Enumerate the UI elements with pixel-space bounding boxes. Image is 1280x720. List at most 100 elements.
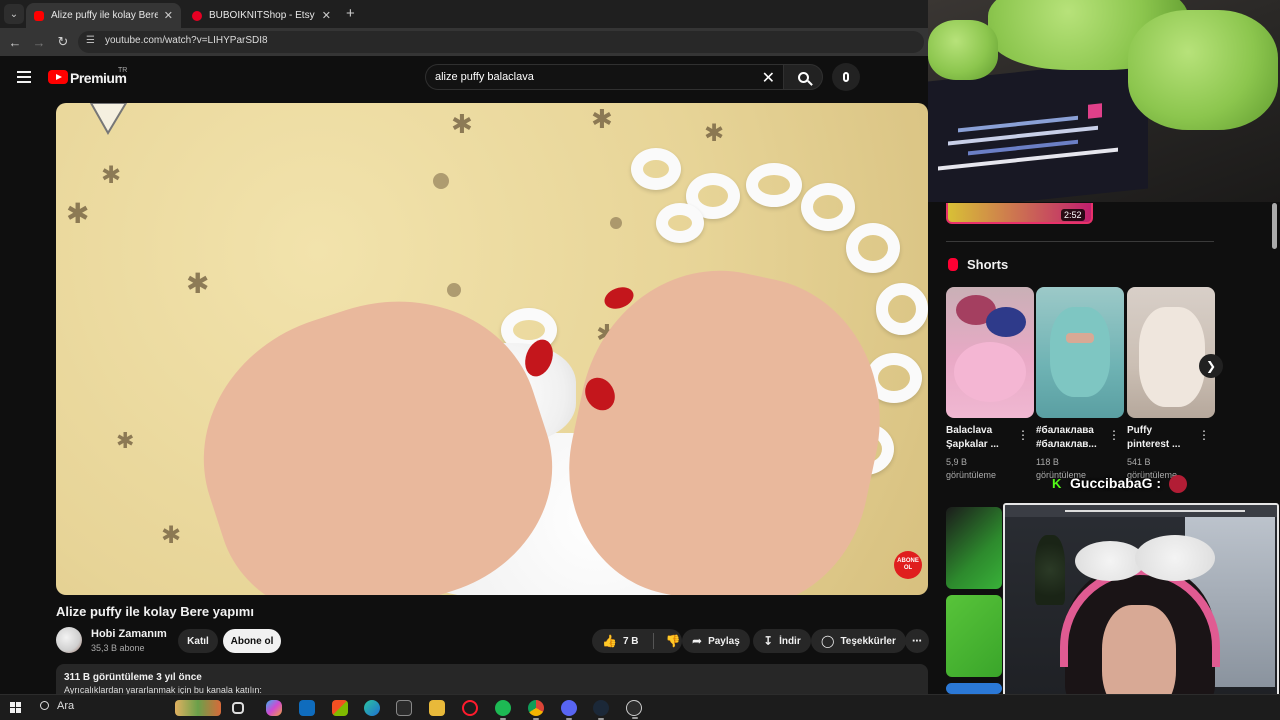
site-info-icon[interactable]: ☰ <box>86 36 96 46</box>
discord-icon[interactable] <box>561 700 577 720</box>
chrome-icon[interactable] <box>528 700 544 720</box>
thanks-button[interactable]: ◯ Teşekkürler <box>811 629 906 653</box>
pinterest-favicon-icon <box>192 10 202 21</box>
subscribe-watermark[interactable]: ABONE OL <box>894 551 922 579</box>
puffy-hat <box>1139 307 1205 407</box>
share-icon: ➦ <box>692 634 703 648</box>
reload-button[interactable]: ↻ <box>54 33 72 51</box>
tab-title: BUBOIKNITShop - Etsy <box>209 10 315 21</box>
epic-games-icon[interactable] <box>396 700 412 716</box>
short-title[interactable]: #балаклава #балаклав... <box>1036 424 1097 452</box>
spotify-icon[interactable] <box>495 700 511 720</box>
back-button[interactable]: ← <box>6 33 24 51</box>
chat-emote-icon <box>1169 475 1187 493</box>
yarn-loop <box>801 183 855 231</box>
short-title[interactable]: Puffy pinterest ... <box>1127 424 1180 452</box>
browser-tab-etsy[interactable]: BUBOIKNITShop - Etsy ✕ <box>184 3 339 28</box>
white-ear-hat <box>1135 535 1215 581</box>
forward-button[interactable]: → <box>30 33 48 51</box>
balaclava <box>1050 307 1110 397</box>
like-button[interactable]: 👍 7 B 👎 <box>592 629 682 653</box>
shorts-icon <box>948 258 958 271</box>
svg-text:✱: ✱ <box>66 198 89 229</box>
task-view-icon[interactable] <box>232 702 244 714</box>
svg-text:✱: ✱ <box>101 162 121 189</box>
region-code: TR <box>118 67 128 74</box>
more-actions-button[interactable]: ⋯ <box>905 629 929 653</box>
tab-title: Alize puffy ile kolay Bere yapımı <box>51 10 158 21</box>
microsoft-store-icon[interactable] <box>332 700 348 716</box>
webcam-overlay-top <box>928 0 1280 202</box>
webcam-frame-bar <box>1005 505 1277 517</box>
outlook-icon[interactable] <box>299 700 315 716</box>
screen: ⌄ Alize puffy ile kolay Bere yapımı ✕ BU… <box>0 0 1280 720</box>
subscriber-count: 35,3 B abone <box>91 643 145 653</box>
yarn-loop <box>876 283 928 335</box>
clear-search-icon[interactable]: ✕ <box>762 68 775 88</box>
short-thumbnail[interactable] <box>946 287 1034 418</box>
description-box[interactable]: 311 B görüntüleme 3 yıl önce Ayrıcalıkla… <box>56 664 928 695</box>
address-bar[interactable]: ☰ youtube.com/watch?v=LIHYParSDI8 <box>78 31 924 53</box>
youtube-logo-icon[interactable] <box>48 70 68 84</box>
windows-taskbar: Ara <box>0 694 1280 720</box>
recommended-video-thumbnail[interactable] <box>946 595 1002 677</box>
close-tab-icon[interactable]: ✕ <box>164 9 173 22</box>
channel-name[interactable]: Hobi Zamanım <box>91 628 167 640</box>
view-count-and-date: 311 B görüntüleme 3 yıl önce <box>64 672 202 683</box>
recommended-video-thumbnail[interactable] <box>946 683 1002 694</box>
green-yarn <box>928 20 998 80</box>
tab-search-menu-button[interactable]: ⌄ <box>4 4 24 24</box>
short-thumbnail[interactable] <box>1127 287 1215 418</box>
download-button[interactable]: ↧ İndir <box>753 629 811 653</box>
like-count: 7 B <box>622 635 639 647</box>
widgets-icon[interactable] <box>175 700 221 716</box>
file-explorer-icon[interactable] <box>429 700 445 716</box>
taskbar-search[interactable]: Ara <box>40 700 74 712</box>
short-menu-icon[interactable]: ⋮ <box>1017 428 1029 442</box>
svg-text:✱: ✱ <box>704 120 724 147</box>
svg-text:✱: ✱ <box>186 268 209 299</box>
steam-icon[interactable] <box>593 700 609 720</box>
menu-icon[interactable] <box>17 71 31 83</box>
browser-tab-youtube[interactable]: Alize puffy ile kolay Bere yapımı ✕ <box>26 3 181 28</box>
new-tab-button[interactable]: + <box>346 5 355 22</box>
opera-gx-icon[interactable] <box>462 700 478 716</box>
join-button[interactable]: Katıl <box>178 629 218 653</box>
short-thumbnail[interactable] <box>1036 287 1124 418</box>
video-title: Alize puffy ile kolay Bere yapımı <box>56 604 254 619</box>
short-title[interactable]: Balaclava Şapkalar ... <box>946 424 999 452</box>
short-menu-icon[interactable]: ⋮ <box>1198 428 1210 442</box>
url-text: youtube.com/watch?v=LIHYParSDI8 <box>105 35 268 46</box>
copilot-icon[interactable] <box>266 700 282 716</box>
green-yarn <box>1128 10 1278 130</box>
shorts-next-button[interactable]: ❯ <box>1199 354 1223 378</box>
voice-search-button[interactable] <box>832 63 860 91</box>
search-input[interactable]: alize puffy balaclava ✕ <box>425 64 783 90</box>
share-label: Paylaş <box>708 635 740 647</box>
more-icon: ⋯ <box>912 635 922 647</box>
thumbs-down-icon[interactable]: 👎 <box>666 635 681 647</box>
obs-icon[interactable] <box>626 700 642 719</box>
channel-avatar[interactable] <box>56 627 82 653</box>
share-button[interactable]: ➦ Paylaş <box>682 629 750 653</box>
kick-logo-icon: K <box>1052 476 1062 491</box>
download-icon: ↧ <box>763 634 774 648</box>
face-opening <box>1066 333 1094 343</box>
yarn-loop <box>746 163 802 207</box>
video-player[interactable]: ✱ ✱ ✱ ✱ ✱ ✱ ✱ ✱ ✱ ✱ <box>56 103 928 595</box>
recommended-video-thumbnail[interactable] <box>946 507 1002 589</box>
search-icon <box>797 71 809 83</box>
shorts-heading: Shorts <box>967 257 1009 272</box>
page-scrollbar[interactable] <box>1272 203 1277 249</box>
chevron-right-icon: ❯ <box>1205 359 1217 373</box>
search-icon <box>40 701 49 710</box>
close-tab-icon[interactable]: ✕ <box>322 9 331 22</box>
thumbs-up-icon: 👍 <box>602 634 617 648</box>
svg-text:✱: ✱ <box>451 109 473 139</box>
subscribe-button[interactable]: Abone ol <box>223 629 281 653</box>
search-button[interactable] <box>783 64 823 90</box>
edge-icon[interactable] <box>364 700 380 716</box>
short-menu-icon[interactable]: ⋮ <box>1108 428 1120 442</box>
svg-text:✱: ✱ <box>116 428 134 453</box>
windows-start-icon[interactable] <box>10 702 22 714</box>
